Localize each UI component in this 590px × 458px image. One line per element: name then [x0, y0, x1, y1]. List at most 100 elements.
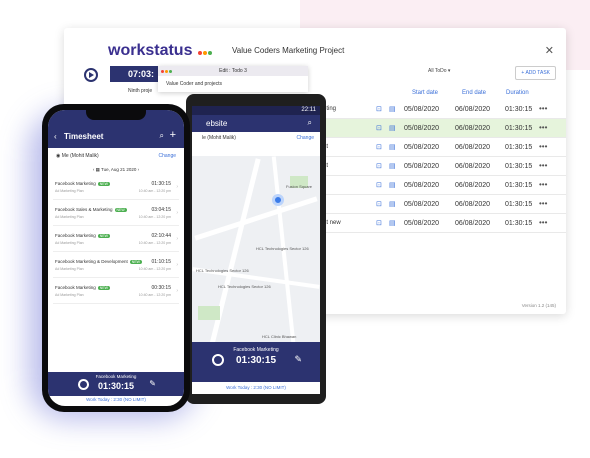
- close-icon[interactable]: ✕: [545, 44, 554, 57]
- more-icon[interactable]: •••: [539, 180, 547, 189]
- map-view[interactable]: Fusion Square HCL Technologies Sector 12…: [192, 156, 320, 352]
- notes-icon[interactable]: ▤: [389, 124, 396, 132]
- task-start-date: 05/08/2020: [404, 163, 440, 170]
- chevron-right-icon: ›: [176, 184, 178, 190]
- task-start-date: 05/08/2020: [404, 106, 440, 113]
- android-status-time: 22:11: [301, 107, 316, 113]
- more-icon[interactable]: •••: [539, 123, 547, 132]
- task-end-date: 06/08/2020: [455, 163, 491, 170]
- popup-breadcrumb: Value Coder and projects: [166, 81, 223, 87]
- back-icon[interactable]: ‹: [54, 132, 57, 141]
- task-duration: 01:30:15: [505, 220, 533, 227]
- more-icon[interactable]: •••: [539, 218, 547, 227]
- timesheet-entry[interactable]: Facebook Marketing NEW Ad Marketing Plan 02…: [53, 230, 179, 252]
- column-header-start[interactable]: Start date: [412, 90, 438, 96]
- project-title: Value Coders Marketing Project: [232, 46, 345, 55]
- iphone-change-link[interactable]: Change: [158, 153, 176, 159]
- task-start-date: 05/08/2020: [404, 125, 440, 132]
- map-road: [194, 196, 318, 241]
- task-end-date: 06/08/2020: [455, 201, 491, 208]
- task-end-date: 06/08/2020: [455, 125, 491, 132]
- edit-icon[interactable]: ✎: [294, 354, 302, 365]
- entry-project: Ad Marketing Plan: [55, 241, 84, 245]
- android-user-name: le (Mohit Malik): [202, 135, 236, 141]
- lock-icon[interactable]: ⊡: [376, 219, 382, 227]
- todo-filter-label: All ToDo: [428, 68, 447, 74]
- lock-icon[interactable]: ⊡: [376, 124, 382, 132]
- lock-icon[interactable]: ⊡: [376, 181, 382, 189]
- notes-icon[interactable]: ▤: [389, 219, 396, 227]
- task-duration: 01:30:15: [505, 144, 533, 151]
- window-controls-icon[interactable]: [161, 69, 173, 75]
- notes-icon[interactable]: ▤: [389, 181, 396, 189]
- version-label: Version 1.2 (145): [521, 303, 556, 308]
- brand-name: workstatus: [108, 42, 193, 59]
- entry-time-range: 10:40 am - 12:20 pm: [138, 189, 171, 193]
- entry-name: Facebook Marketing NEW: [55, 233, 110, 238]
- notes-icon[interactable]: ▤: [389, 162, 396, 170]
- iphone-notch: [86, 110, 146, 120]
- iphone-screen: ‹ Timesheet ⌕ + ◉ Me (Mohit Malik) Chang…: [48, 110, 184, 406]
- timesheet-entry[interactable]: Facebook Sales & Marketing NEW Ad Marketin…: [53, 204, 179, 226]
- brand-logo: workstatus: [108, 42, 212, 60]
- map-label: HCL Technologies Sector 126: [218, 284, 271, 289]
- map-label: HCL Clinic Bhawan: [262, 334, 297, 339]
- lock-icon[interactable]: ⊡: [376, 105, 382, 113]
- task-end-date: 06/08/2020: [455, 144, 491, 151]
- timesheet-entry[interactable]: Facebook Marketing & Development NEW Ad Ma…: [53, 256, 179, 278]
- chevron-right-icon: ›: [176, 236, 178, 242]
- map-label: Fusion Square: [286, 184, 313, 189]
- notes-icon[interactable]: ▤: [389, 105, 396, 113]
- entry-badge: NEW: [114, 208, 127, 212]
- column-header-duration[interactable]: Duration: [506, 90, 529, 96]
- entry-project: Ad Marketing Plan: [55, 267, 84, 271]
- entry-name: Facebook Sales & Marketing NEW: [55, 207, 127, 212]
- iphone-date[interactable]: ‹ ▦ Tue, Aug 21 2020 ›: [48, 167, 184, 173]
- android-current-task: Facebook Marketing: [233, 347, 279, 353]
- more-icon[interactable]: •••: [539, 161, 547, 170]
- add-icon[interactable]: +: [170, 129, 176, 141]
- popup-titlebar: Edit : Todo 3: [158, 66, 308, 76]
- entry-time-range: 10:40 am - 12:20 pm: [138, 241, 171, 245]
- timesheet-entry[interactable]: Facebook Marketing NEW Ad Marketing Plan 01…: [53, 178, 179, 200]
- lock-icon[interactable]: ⊡: [376, 143, 382, 151]
- lock-icon[interactable]: ⊡: [376, 200, 382, 208]
- iphone-current-task: Facebook Marketing: [95, 374, 137, 379]
- entry-duration: 00:30:15: [151, 285, 171, 291]
- more-icon[interactable]: •••: [539, 142, 547, 151]
- more-icon[interactable]: •••: [539, 104, 547, 113]
- map-label: HCL Technologies Sector 126: [196, 268, 249, 273]
- lock-icon[interactable]: ⊡: [376, 162, 382, 170]
- android-header: ebsite ⌕: [192, 115, 320, 132]
- todo-filter-dropdown[interactable]: All ToDo ▾: [428, 68, 450, 74]
- timesheet-entry[interactable]: Facebook Marketing NEW Ad Marketing Plan 00…: [53, 282, 179, 304]
- column-header-end[interactable]: End date: [462, 90, 486, 96]
- brand-dots-icon: [197, 42, 212, 59]
- search-icon[interactable]: ⌕: [308, 118, 312, 128]
- entry-duration: 03:04:15: [151, 207, 171, 213]
- current-location-icon: [272, 194, 284, 206]
- more-icon[interactable]: •••: [539, 199, 547, 208]
- search-icon[interactable]: ⌕: [160, 131, 164, 141]
- chevron-right-icon: ›: [176, 262, 178, 268]
- iphone-user-name: Me (Mohit Malik): [61, 153, 99, 159]
- task-end-date: 06/08/2020: [455, 106, 491, 113]
- android-header-title: ebsite: [206, 119, 228, 128]
- popup-title: Edit : Todo 3: [219, 68, 247, 74]
- add-task-button[interactable]: + ADD TASK: [515, 66, 556, 80]
- android-screen: 22:11 ebsite ⌕ le (Mohit Malik) Change F…: [192, 106, 320, 394]
- map-park: [198, 306, 220, 320]
- entry-duration: 01:30:15: [151, 181, 171, 187]
- play-button[interactable]: [84, 68, 98, 82]
- chevron-right-icon[interactable]: ›: [138, 167, 140, 172]
- android-change-link[interactable]: Change: [296, 135, 314, 141]
- android-user-row: le (Mohit Malik) Change: [192, 132, 320, 144]
- entry-project: Ad Marketing Plan: [55, 293, 84, 297]
- project-list-item[interactable]: Ninth proje: [128, 88, 152, 94]
- chevron-right-icon: ›: [176, 210, 178, 216]
- notes-icon[interactable]: ▤: [389, 143, 396, 151]
- entry-badge: NEW: [97, 234, 110, 238]
- edit-icon[interactable]: ✎: [149, 379, 156, 388]
- notes-icon[interactable]: ▤: [389, 200, 396, 208]
- map-road: [208, 158, 261, 350]
